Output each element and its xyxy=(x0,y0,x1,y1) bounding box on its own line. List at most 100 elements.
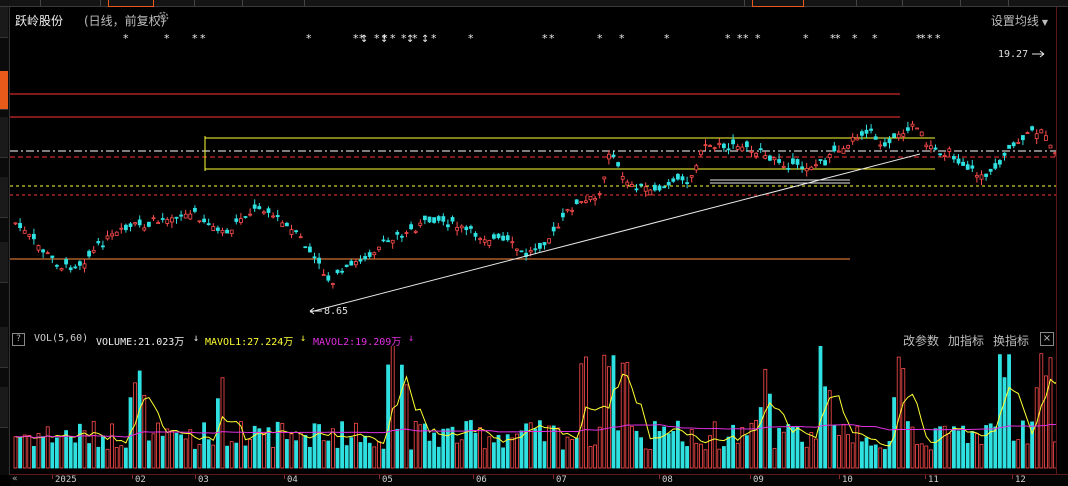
candlestick xyxy=(459,225,464,229)
candlestick xyxy=(87,250,91,257)
candlestick xyxy=(303,246,308,249)
candlestick xyxy=(238,218,243,223)
side-button[interactable] xyxy=(0,117,8,158)
volume-chart[interactable] xyxy=(10,346,1056,470)
candlestick xyxy=(699,150,703,156)
side-button[interactable] xyxy=(0,242,8,283)
signal-star-icon: * xyxy=(803,32,809,45)
volume-bar xyxy=(192,448,197,469)
volume-bar xyxy=(68,436,73,469)
volume-bar xyxy=(367,442,372,469)
volume-bar xyxy=(938,426,942,469)
candlestick xyxy=(13,222,18,225)
volume-bar xyxy=(50,442,55,469)
candlestick xyxy=(64,259,68,265)
volume-bar xyxy=(510,437,515,469)
candlestick xyxy=(584,200,588,203)
volume-bar xyxy=(395,428,400,469)
volume-bar xyxy=(514,433,519,469)
candlestick xyxy=(869,128,873,131)
candlestick xyxy=(344,264,349,267)
candlestick xyxy=(924,144,929,148)
toolbar-tab[interactable] xyxy=(810,0,857,6)
side-button[interactable] xyxy=(0,327,8,368)
gear-icon[interactable] xyxy=(156,10,170,24)
candlestick xyxy=(676,173,680,180)
candlestick-chart[interactable]: * * * * * * * * * * * * * * * * * * * * * * * * * * * * ** * *↕ ↕ ↕ ↕ 8.6… xyxy=(10,28,1056,328)
volume-bar xyxy=(666,433,671,469)
side-button[interactable] xyxy=(0,177,8,218)
candlestick xyxy=(823,160,827,166)
volume-bar xyxy=(777,427,781,469)
toolbar-tab[interactable] xyxy=(70,0,101,6)
toolbar-tab-active[interactable] xyxy=(108,0,154,7)
candlestick xyxy=(538,242,542,249)
candlestick xyxy=(1021,135,1025,141)
signal-star-icon: * xyxy=(872,32,878,45)
candlestick xyxy=(491,234,496,239)
side-button[interactable] xyxy=(0,7,8,38)
volume-bar xyxy=(169,430,174,469)
volume-bar xyxy=(257,428,262,469)
volume-bar xyxy=(294,440,299,469)
candlestick xyxy=(381,239,386,242)
x-axis-label: 05 xyxy=(382,475,393,485)
candlestick xyxy=(317,257,322,264)
volume-bar xyxy=(846,434,850,469)
candlestick xyxy=(689,175,694,178)
volume-bar xyxy=(330,428,335,469)
volume-bar xyxy=(1025,443,1030,469)
candlestick xyxy=(133,222,137,225)
stock-name[interactable]: 跃岭股份 xyxy=(15,12,63,29)
volume-bar xyxy=(124,447,128,469)
candlestick xyxy=(630,184,634,187)
volume-bar xyxy=(593,444,597,469)
volume-bar xyxy=(41,436,46,469)
signal-arrow-icon: ↕ xyxy=(406,34,414,45)
candlestick xyxy=(340,270,345,273)
candlestick xyxy=(455,227,460,231)
close-icon[interactable]: × xyxy=(1040,332,1054,346)
toolbar-tab[interactable] xyxy=(0,0,41,6)
toolbar-tab[interactable] xyxy=(202,0,243,6)
candlestick xyxy=(818,159,823,161)
ma-settings-button[interactable]: 设置均线 ▼ xyxy=(991,12,1048,29)
toolbar-tab[interactable] xyxy=(250,0,305,6)
scroll-left-icon[interactable]: « xyxy=(12,474,18,484)
volume-bar xyxy=(225,445,230,469)
candlestick xyxy=(919,131,924,137)
toolbar-tab[interactable] xyxy=(864,0,903,6)
volume-bar xyxy=(758,407,763,469)
candlestick xyxy=(284,222,289,227)
volume-bar xyxy=(137,370,142,469)
candlestick xyxy=(496,233,501,239)
candlestick xyxy=(795,159,800,165)
vol-title: VOL(5,60) xyxy=(34,333,89,344)
trend-line[interactable] xyxy=(309,153,921,313)
toolbar-tab[interactable] xyxy=(160,0,195,6)
candlestick xyxy=(174,216,179,219)
volume-bar xyxy=(436,446,441,469)
side-button[interactable] xyxy=(0,387,8,428)
toolbar-tab[interactable] xyxy=(1016,0,1068,6)
help-icon[interactable]: ? xyxy=(12,333,25,346)
candlestick xyxy=(639,183,643,186)
toolbar-tab[interactable] xyxy=(968,0,1009,6)
toolbar-tab-active[interactable] xyxy=(752,0,804,7)
signal-star-icon: * xyxy=(755,32,761,45)
candlestick xyxy=(514,248,519,251)
volume-bar xyxy=(160,435,165,469)
volume-bar xyxy=(676,420,680,469)
volume-bar xyxy=(307,446,312,469)
volume-bar xyxy=(114,447,119,469)
side-button-active[interactable] xyxy=(0,71,8,110)
candlestick xyxy=(183,213,188,219)
volume-bar xyxy=(36,433,41,469)
toolbar-tab[interactable] xyxy=(694,0,745,6)
candlestick xyxy=(1034,133,1039,140)
toolbar-tab[interactable] xyxy=(910,0,961,6)
volume-bar xyxy=(961,425,965,469)
candlestick xyxy=(777,159,781,163)
volume-bar xyxy=(202,422,207,469)
candlestick xyxy=(786,167,791,170)
